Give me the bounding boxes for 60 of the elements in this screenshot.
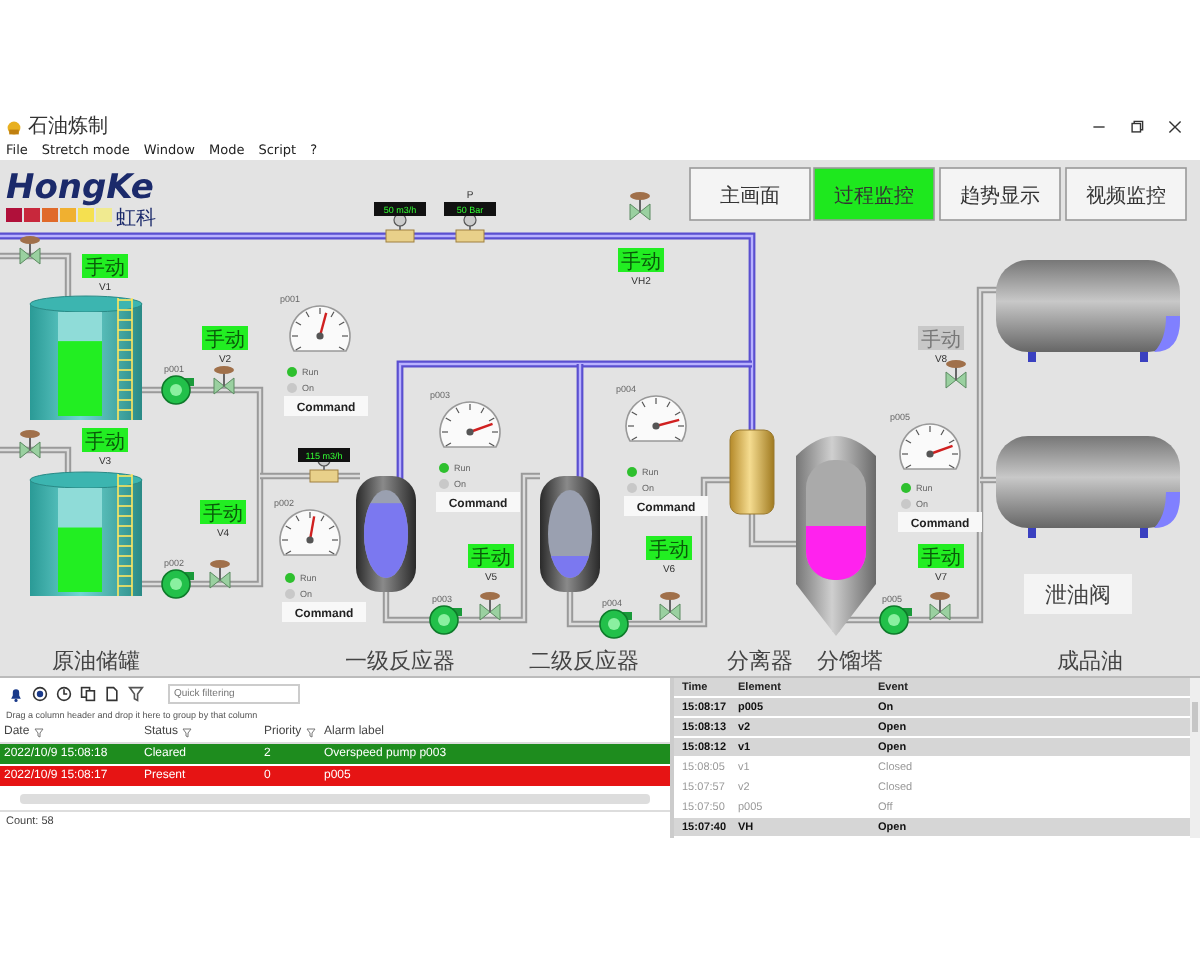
valve-icon — [659, 592, 681, 621]
pressure-gauge — [625, 395, 687, 442]
pressure-gauge — [289, 305, 351, 352]
equipment-label: 成品油 — [1057, 648, 1123, 674]
valve-icon — [19, 236, 41, 265]
valve-icon — [629, 192, 651, 221]
valve-icon — [213, 366, 235, 395]
equipment-label: 分离器 — [727, 648, 793, 674]
separator-vessel — [729, 429, 775, 515]
pressure-gauge — [899, 423, 961, 470]
pressure-gauge — [279, 509, 341, 556]
logo-wordmark: HongKe — [6, 168, 154, 208]
equipment-label: 分馏塔 — [817, 648, 883, 674]
bell-icon[interactable] — [8, 685, 24, 701]
record-icon[interactable] — [32, 685, 48, 701]
equipment-label: 原油储罐 — [52, 648, 140, 674]
flow-meter-icon — [385, 213, 415, 243]
nav-tab[interactable]: 视频监控 — [1065, 167, 1187, 221]
filter-icon[interactable] — [128, 685, 144, 701]
flow-meter-icon — [455, 213, 485, 243]
window-title: 石油炼制 — [28, 115, 110, 139]
manual-mode-button[interactable]: 手动 — [918, 544, 964, 570]
document-icon[interactable] — [104, 685, 120, 701]
filter-icon[interactable] — [182, 727, 193, 737]
drain-valve-label: 泄油阀 — [1024, 574, 1132, 614]
maximize-icon[interactable] — [1130, 120, 1144, 134]
pump-icon — [161, 375, 194, 405]
pump-icon — [429, 605, 462, 635]
nav-tab[interactable]: 主画面 — [689, 167, 811, 221]
nav-tab[interactable]: 趋势显示 — [939, 167, 1061, 221]
manual-mode-button[interactable]: 手动 — [82, 428, 128, 454]
horizontal-scrollbar[interactable] — [20, 794, 650, 804]
nav-tab[interactable]: 过程监控 — [813, 167, 935, 221]
equipment-label: 一级反应器 — [345, 648, 455, 674]
manual-mode-button[interactable]: 手动 — [468, 544, 514, 570]
valve-icon — [945, 360, 967, 389]
equipment-label: 二级反应器 — [529, 648, 639, 674]
valve-icon — [19, 430, 41, 459]
filter-icon[interactable] — [33, 727, 44, 737]
copy-icon[interactable] — [80, 685, 96, 701]
pressure-gauge — [439, 401, 501, 448]
close-icon[interactable] — [1168, 120, 1182, 134]
logo-subtitle: 虹科 — [116, 208, 156, 230]
clock-icon[interactable] — [56, 685, 72, 701]
manual-mode-button[interactable]: 手动 — [646, 536, 692, 562]
logo-color-squares — [6, 208, 112, 222]
filter-icon[interactable] — [305, 727, 316, 737]
valve-icon — [209, 560, 231, 589]
manual-mode-button[interactable]: 手动 — [618, 248, 664, 274]
pump-icon — [161, 569, 194, 599]
vertical-scrollbar[interactable] — [1190, 678, 1200, 838]
pump-icon — [879, 605, 912, 635]
manual-mode-button[interactable]: 手动 — [202, 326, 248, 352]
pump-icon — [599, 609, 632, 639]
valve-icon — [929, 592, 951, 621]
manual-mode-button[interactable]: 手动 — [82, 254, 128, 280]
manual-mode-button[interactable]: 手动 — [200, 500, 246, 526]
minimize-icon[interactable] — [1092, 120, 1106, 134]
app-icon — [6, 119, 22, 135]
valve-icon — [479, 592, 501, 621]
